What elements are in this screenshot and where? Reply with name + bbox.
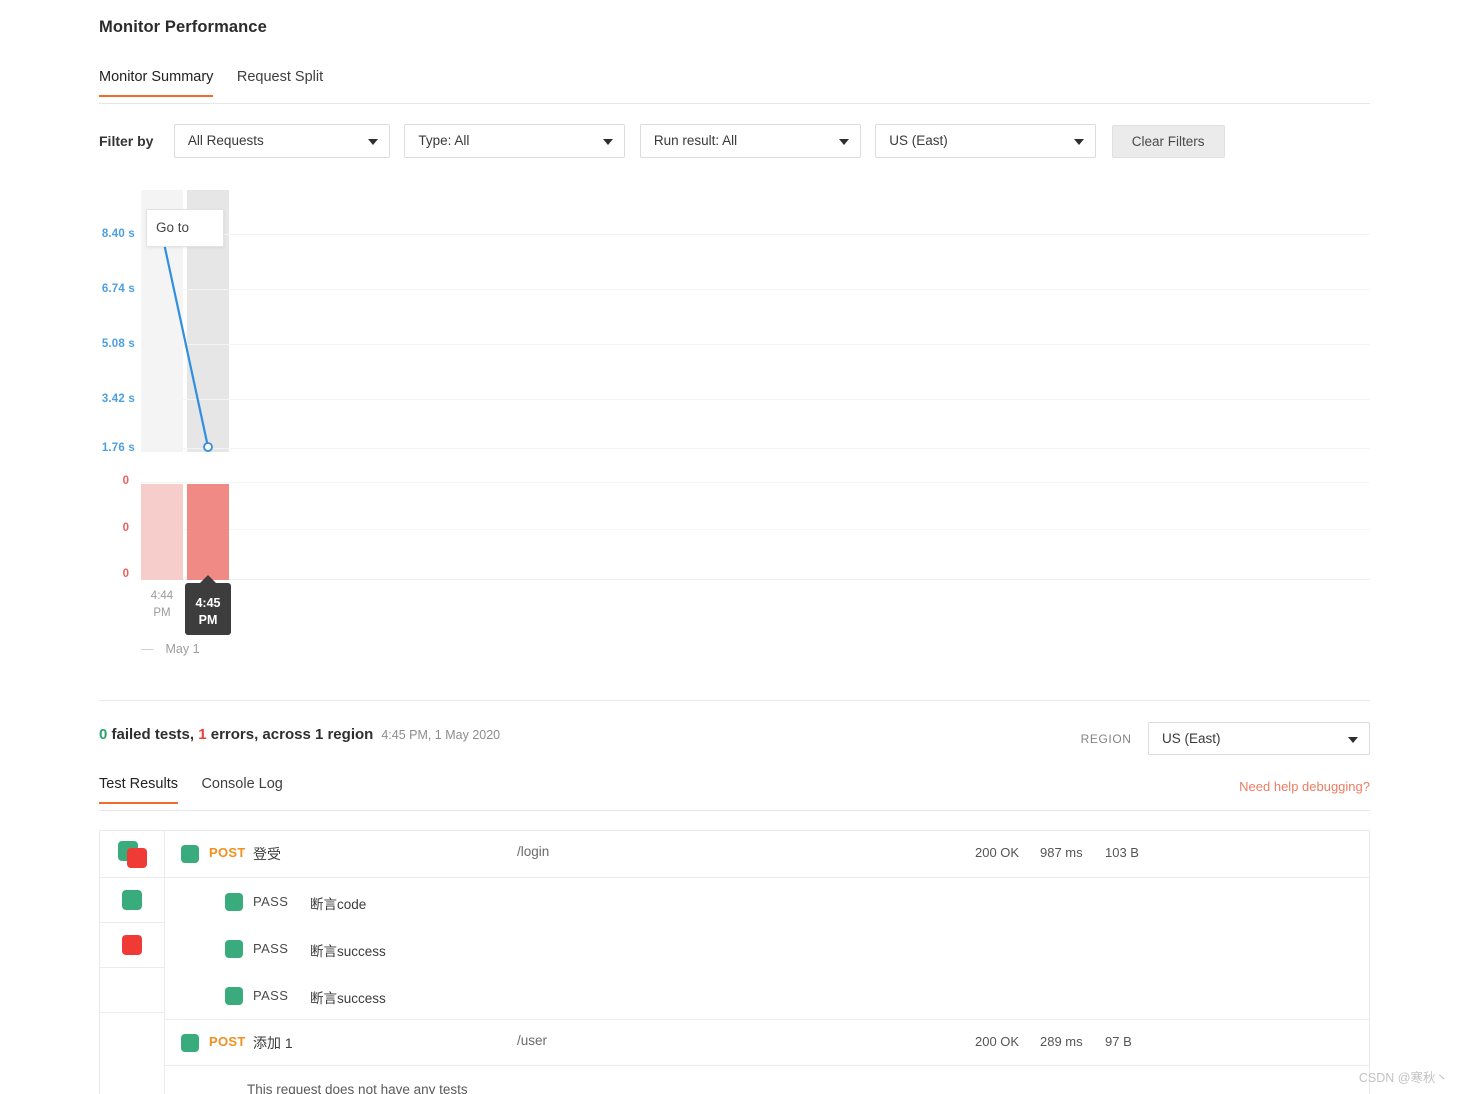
list-item: PASS 断言success xyxy=(165,972,1369,1019)
chevron-down-icon xyxy=(603,139,614,145)
watermark: CSDN @寒秋丶 xyxy=(1358,1071,1448,1085)
monitor-tabbar: Monitor Summary Request Split xyxy=(99,68,1370,104)
request-status-code: 200 OK xyxy=(975,845,1020,860)
type-filter-value: Type: All xyxy=(418,133,470,148)
tab-console-log[interactable]: Console Log xyxy=(201,776,282,803)
results-rows: POST 登受 /login 200 OK 987 ms 103 B PASS … xyxy=(165,831,1369,1094)
status-cell-fail xyxy=(100,923,164,968)
go-to-tooltip[interactable]: Go to xyxy=(146,209,224,247)
requests-filter-select[interactable]: All Requests xyxy=(173,124,390,158)
table-row[interactable]: POST 添加 1 /user 200 OK 289 ms 97 B xyxy=(165,1019,1369,1066)
chevron-down-icon xyxy=(1074,139,1085,145)
error-bar-4-44[interactable] xyxy=(141,484,183,580)
requests-filter-value: All Requests xyxy=(187,133,264,148)
request-method: POST xyxy=(209,1033,246,1049)
errors-text: errors, across 1 region xyxy=(206,726,374,743)
errors-bar-chart: 0 0 0 xyxy=(99,475,1370,580)
tab-request-split[interactable]: Request Split xyxy=(237,69,323,96)
status-cell-combined xyxy=(100,831,164,878)
chevron-down-icon xyxy=(367,139,378,145)
bar-baseline xyxy=(141,579,1370,580)
chart-divider xyxy=(99,700,1370,701)
tab-monitor-summary[interactable]: Monitor Summary xyxy=(99,69,214,97)
monitor-performance-page: Monitor Performance Monitor Summary Requ… xyxy=(0,0,1458,1094)
clear-filters-button[interactable]: Clear Filters xyxy=(1111,124,1225,158)
gridline xyxy=(141,482,1370,483)
need-help-debugging-link[interactable]: Need help debugging? xyxy=(1239,779,1370,794)
error-bar-4-45[interactable] xyxy=(187,484,229,580)
test-pass-green-icon xyxy=(225,892,243,911)
test-results-table: POST 登受 /login 200 OK 987 ms 103 B PASS … xyxy=(99,830,1370,1094)
request-url: /user xyxy=(517,1032,548,1048)
region-filter-select[interactable]: US (East) xyxy=(875,124,1097,158)
day-dash: — xyxy=(141,642,154,656)
status-cell-pass xyxy=(100,878,164,923)
chevron-down-icon xyxy=(838,139,849,145)
x-axis-label-4-44[interactable]: 4:44 PM xyxy=(141,588,183,622)
bar-y-axis-tick: 0 xyxy=(122,522,129,534)
region-select-value: US (East) xyxy=(1162,731,1221,746)
chart-day-label: — May 1 xyxy=(141,642,200,656)
failed-text: failed tests, xyxy=(107,726,199,743)
region-label: REGION xyxy=(1080,731,1132,746)
test-verdict: PASS xyxy=(253,893,289,909)
type-filter-select[interactable]: Type: All xyxy=(404,124,626,158)
status-square-red-icon xyxy=(122,935,142,955)
status-square-green-icon xyxy=(122,890,142,910)
response-time-line xyxy=(157,229,213,452)
test-verdict: PASS xyxy=(253,987,289,1003)
chevron-down-icon xyxy=(1348,736,1358,743)
request-method: POST xyxy=(209,845,246,860)
chart-x-labels: 4:44 PM 4:45 PM xyxy=(99,575,1370,639)
run-result-filter-select[interactable]: Run result: All xyxy=(639,124,861,158)
list-item: PASS 断言success xyxy=(165,925,1369,972)
response-time-chart: 8.40 s 6.74 s 5.08 s 3.42 s 1.76 s Go to xyxy=(99,190,1370,454)
region-select[interactable]: US (East) xyxy=(1148,722,1370,755)
run-result-filter-value: Run result: All xyxy=(653,133,738,148)
performance-chart: 8.40 s 6.74 s 5.08 s 3.42 s 1.76 s Go to… xyxy=(99,190,1370,690)
status-cell-empty xyxy=(100,968,164,1013)
request-status-green-icon xyxy=(181,845,199,863)
no-tests-message: This request does not have any tests xyxy=(247,1082,468,1094)
region-selector-group: REGION US (East) xyxy=(1081,722,1370,755)
errors-count: 1 xyxy=(198,726,207,743)
results-summary: 0 failed tests, 1 errors, across 1 regio… xyxy=(99,726,500,743)
request-duration: 289 ms xyxy=(1040,1033,1083,1049)
filter-bar: Filter by All Requests Type: All Run res… xyxy=(99,124,1225,158)
test-pass-green-icon xyxy=(225,939,243,958)
table-row[interactable]: POST 登受 /login 200 OK 987 ms 103 B xyxy=(165,831,1369,878)
request-duration: 987 ms xyxy=(1040,845,1083,860)
request-size: 97 B xyxy=(1105,1033,1132,1049)
test-verdict: PASS xyxy=(253,940,289,956)
bar-y-axis-tick: 0 xyxy=(122,475,129,487)
tab-test-results[interactable]: Test Results xyxy=(99,776,178,804)
filter-by-label: Filter by xyxy=(99,133,154,149)
status-indicator-column xyxy=(100,831,165,1094)
test-pass-green-icon xyxy=(225,986,243,1005)
page-title: Monitor Performance xyxy=(99,18,267,36)
request-name: 添加 1 xyxy=(253,1034,293,1051)
gridline xyxy=(141,529,1370,530)
request-url: /login xyxy=(517,844,550,859)
bar-y-axis-tick: 0 xyxy=(122,568,129,580)
test-name: 断言success xyxy=(310,943,386,959)
day-label-text: May 1 xyxy=(165,642,200,656)
request-size: 103 B xyxy=(1105,845,1139,860)
summary-timestamp: 4:45 PM, 1 May 2020 xyxy=(381,728,501,742)
request-status-green-icon xyxy=(181,1033,199,1052)
region-filter-value: US (East) xyxy=(889,133,948,148)
list-item: PASS 断言code xyxy=(165,878,1369,925)
test-name: 断言success xyxy=(310,990,386,1006)
request-status-code: 200 OK xyxy=(975,1033,1020,1049)
results-tabbar: Test Results Console Log Need help debug… xyxy=(99,775,1370,811)
x-axis-label-selected[interactable]: 4:45 PM xyxy=(185,575,231,635)
status-square-red-icon xyxy=(127,848,147,868)
test-name: 断言code xyxy=(310,896,367,912)
request-name: 登受 xyxy=(253,846,281,862)
